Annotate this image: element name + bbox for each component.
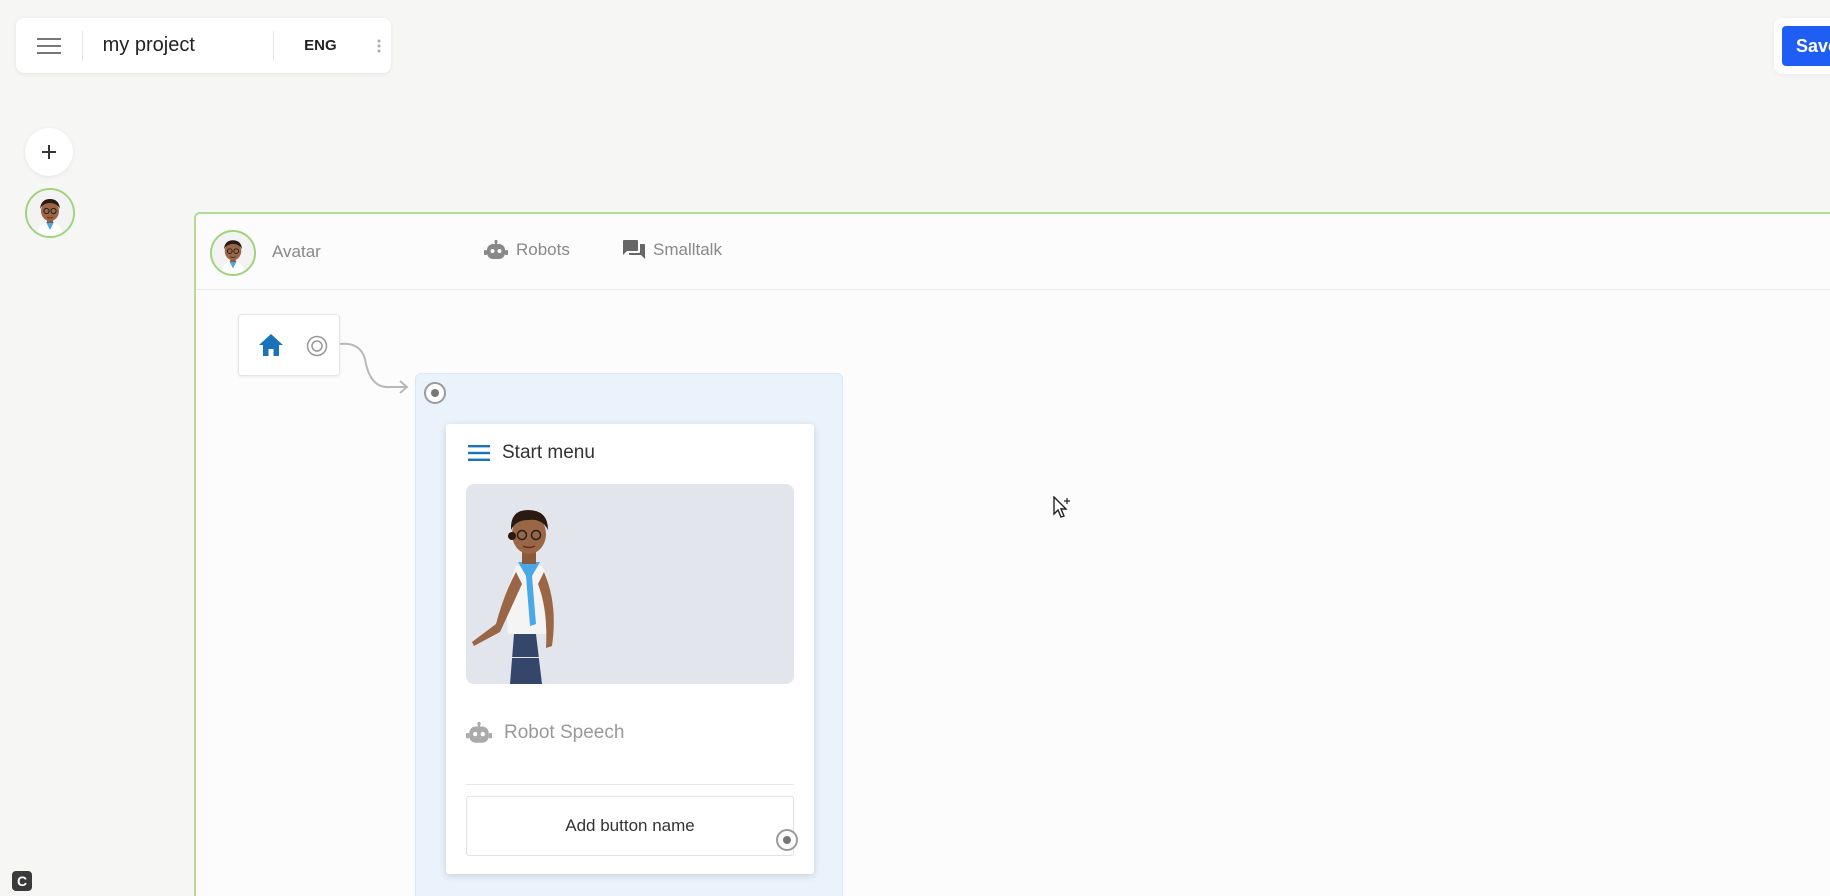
avatar-thumbnail[interactable] <box>210 230 256 276</box>
project-title[interactable]: my project <box>83 34 273 57</box>
robot-icon <box>466 722 492 743</box>
hamburger-menu-icon <box>36 37 61 54</box>
robot-speech-field[interactable]: Robot Speech <box>466 722 624 744</box>
more-options-button[interactable] <box>367 39 391 53</box>
start-menu-title: Start menu <box>502 442 595 463</box>
tab-robots-label: Robots <box>516 240 570 259</box>
divider <box>466 657 794 658</box>
tab-smalltalk-label: Smalltalk <box>653 240 722 259</box>
chat-bubbles-icon <box>623 240 645 259</box>
avatar-face-icon <box>27 190 73 236</box>
start-menu-header: Start menu <box>468 442 595 464</box>
avatar-face-icon <box>212 232 254 274</box>
plus-icon <box>42 145 56 159</box>
avatar-preview-image <box>466 484 794 684</box>
top-bar: my project ENG <box>16 18 391 73</box>
hamburger-menu-icon <box>468 445 490 461</box>
add-button-name-field[interactable]: Add button name <box>466 796 794 856</box>
home-icon <box>259 334 283 356</box>
add-button[interactable] <box>25 128 73 176</box>
mouse-cursor-icon <box>1053 496 1070 518</box>
avatar-character-illustration <box>472 510 554 684</box>
button-output-port[interactable] <box>776 829 798 851</box>
target-port-icon[interactable] <box>306 335 328 357</box>
canvas-header: Avatar Robots Smalltalk <box>196 214 1830 290</box>
save-button[interactable]: Save <box>1782 26 1830 66</box>
main-menu-button[interactable] <box>16 18 82 73</box>
save-area: Save <box>1774 18 1830 74</box>
tab-robots[interactable]: Robots <box>484 240 570 260</box>
robot-icon <box>484 240 508 259</box>
language-selector[interactable]: ENG <box>274 37 368 54</box>
avatar-label: Avatar <box>272 242 321 261</box>
start-menu-group[interactable]: Start menu Robot Speech Add button name <box>415 373 843 896</box>
home-node[interactable] <box>238 314 340 376</box>
tab-smalltalk[interactable]: Smalltalk <box>623 240 722 260</box>
robot-speech-label: Robot Speech <box>504 722 625 743</box>
start-menu-card[interactable]: Start menu Robot Speech Add button name <box>446 424 814 874</box>
divider <box>466 784 794 785</box>
avatar-thumbnail[interactable] <box>25 188 75 238</box>
flow-canvas[interactable]: Avatar Robots Smalltalk Start menu Robot… <box>194 212 1830 896</box>
app-logo-icon: C <box>12 871 32 891</box>
vertical-dots-icon <box>377 39 381 52</box>
input-port[interactable] <box>424 382 446 404</box>
app-root: my project ENG Save <box>0 0 1830 896</box>
